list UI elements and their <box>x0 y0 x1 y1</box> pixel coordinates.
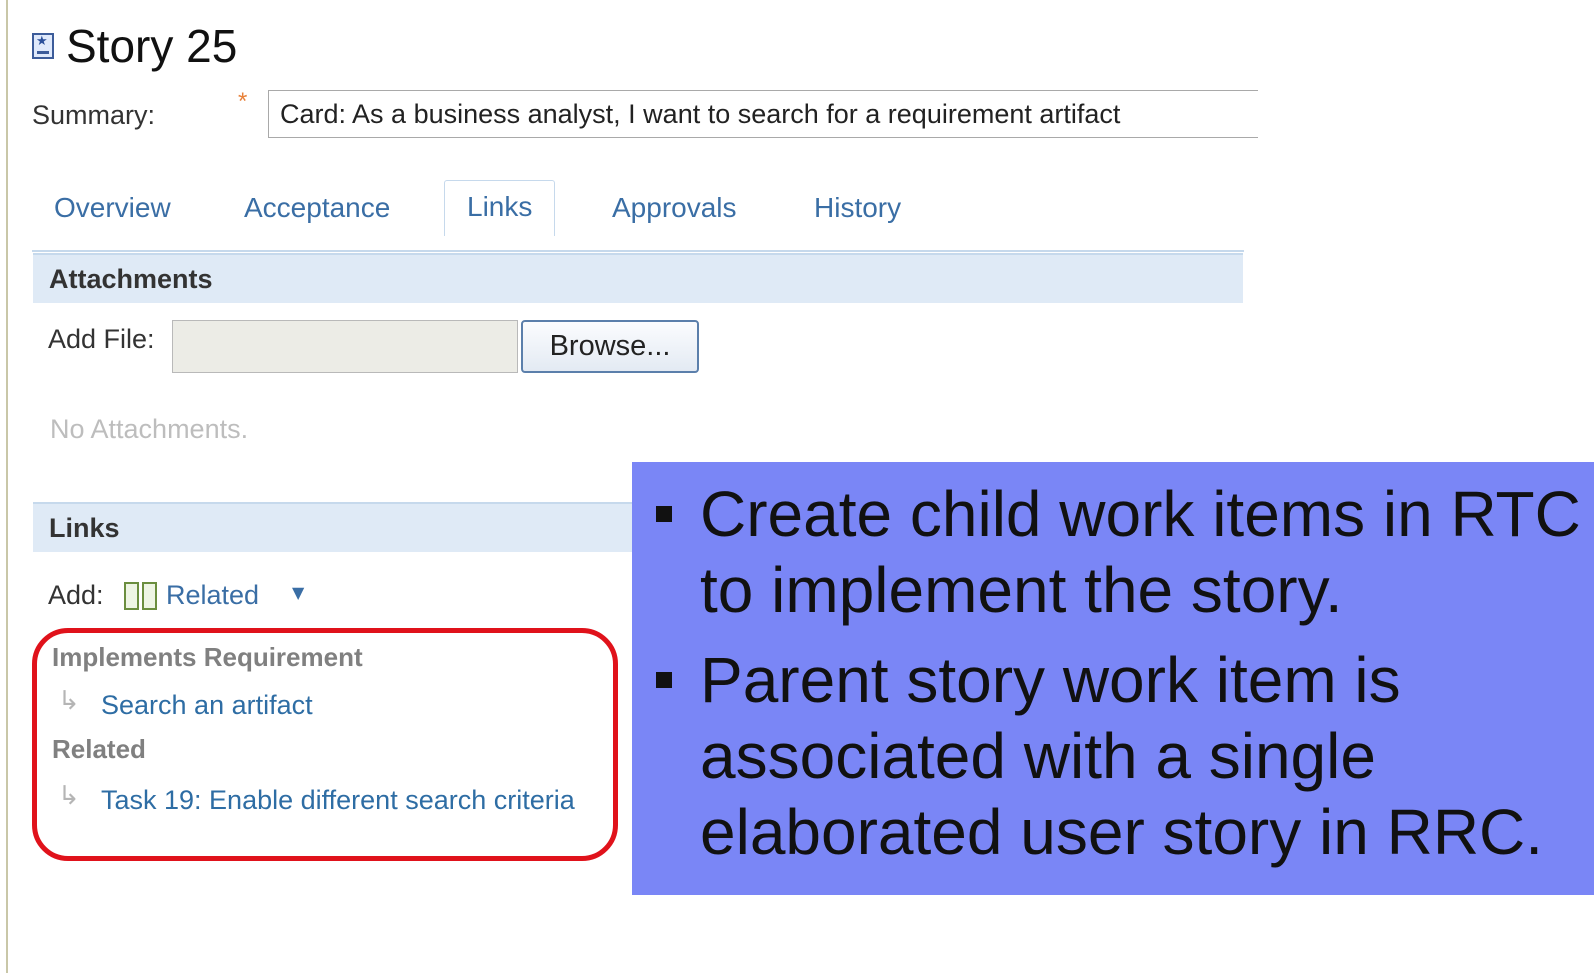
add-related-link-button[interactable]: Related <box>166 580 259 611</box>
summary-label: Summary: <box>32 100 156 130</box>
bullet-icon <box>656 506 672 522</box>
page-title-text: Story 25 <box>66 20 238 72</box>
tab-links[interactable]: Links <box>444 180 556 236</box>
links-header-label: Links <box>49 513 120 543</box>
required-indicator: * <box>238 88 248 115</box>
left-border <box>6 0 8 973</box>
highlight-annotation <box>32 628 618 861</box>
no-attachments-text: No Attachments. <box>50 414 249 444</box>
bullet-icon <box>656 672 672 688</box>
story-icon <box>32 33 54 59</box>
tab-history[interactable]: History <box>814 188 901 228</box>
callout-bullet-text: Create child work items in RTC to implem… <box>700 478 1581 626</box>
chevron-down-icon[interactable]: ▼ <box>292 583 304 602</box>
add-file-label: Add File: <box>48 324 155 354</box>
file-path-input[interactable] <box>172 320 518 373</box>
related-links-icon[interactable] <box>124 582 160 610</box>
callout-bullet-text: Parent story work item is associated wit… <box>700 644 1544 868</box>
attachments-header-label: Attachments <box>49 264 213 294</box>
browse-button[interactable]: Browse... <box>521 320 699 373</box>
attachments-section-header[interactable]: Attachments <box>33 253 1243 303</box>
callout-bullet: Create child work items in RTC to implem… <box>654 476 1594 628</box>
tab-acceptance[interactable]: Acceptance <box>244 188 390 228</box>
page-title: Story 25 <box>32 18 237 74</box>
summary-input[interactable]: Card: As a business analyst, I want to s… <box>268 90 1258 138</box>
callout-box: Create child work items in RTC to implem… <box>632 462 1594 895</box>
callout-bullet: Parent story work item is associated wit… <box>654 642 1594 870</box>
tab-bar: Overview Acceptance Links Approvals Hist… <box>32 180 1244 252</box>
tab-overview[interactable]: Overview <box>54 188 171 228</box>
add-link-label: Add: <box>48 580 104 610</box>
tab-approvals[interactable]: Approvals <box>612 188 737 228</box>
